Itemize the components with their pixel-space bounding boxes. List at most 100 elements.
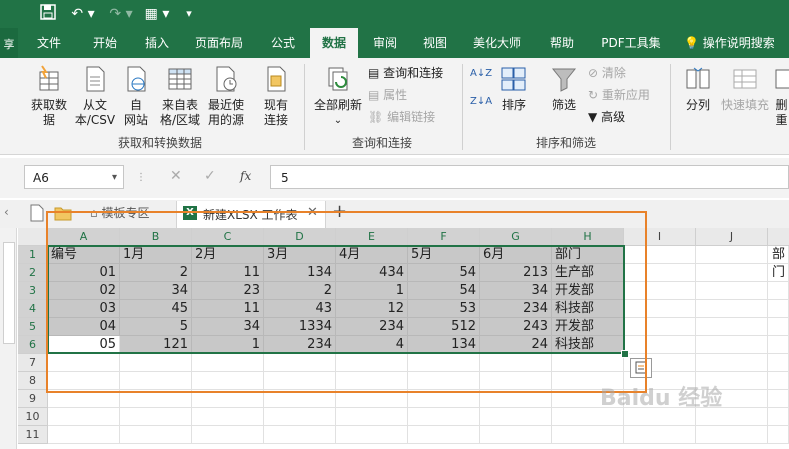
formula-input[interactable]: 5 [270, 165, 789, 189]
column-header-a[interactable]: A [48, 228, 120, 246]
from-web-button[interactable]: 自 网站 [118, 64, 154, 128]
form-icon[interactable]: ▦ ▾ [142, 4, 172, 24]
column-header-k[interactable] [768, 228, 789, 246]
cell-b2[interactable]: 2 [120, 264, 192, 282]
sort-a-z-button[interactable]: A↓Z [470, 68, 492, 80]
row-header-11[interactable]: 11 [18, 426, 48, 444]
cell-e7[interactable] [336, 354, 408, 372]
tab-workbook[interactable]: X 新建XLSX 工作表 ✕ [176, 201, 326, 228]
cell-a5[interactable]: 04 [48, 318, 120, 336]
cell-k6[interactable] [768, 336, 789, 354]
cell-f6[interactable]: 134 [408, 336, 480, 354]
cell-k4[interactable] [768, 300, 789, 318]
cell-g11[interactable] [480, 426, 552, 444]
cell-i1[interactable] [624, 246, 696, 264]
cell-f3[interactable]: 54 [408, 282, 480, 300]
tab-file[interactable]: 文件 [26, 28, 72, 58]
fill-handle[interactable] [621, 350, 629, 358]
cell-i4[interactable] [624, 300, 696, 318]
remove-duplicates-button[interactable]: 删 重 [774, 64, 789, 128]
cell-b4[interactable]: 45 [120, 300, 192, 318]
cell-d4[interactable]: 43 [264, 300, 336, 318]
column-header-b[interactable]: B [120, 228, 192, 246]
cell-a6[interactable]: 05 [48, 336, 120, 354]
properties-button[interactable]: ▤ 属性 [368, 88, 407, 103]
tab-pdf-tools[interactable]: PDF工具集 [594, 28, 668, 58]
cell-g10[interactable] [480, 408, 552, 426]
queries-connections-button[interactable]: ▤ 查询和连接 [368, 66, 443, 81]
tab-data[interactable]: 数据 [310, 28, 358, 58]
tell-me-search[interactable]: 💡 操作说明搜索 [684, 28, 789, 58]
cell-a7[interactable] [48, 354, 120, 372]
close-tab-icon[interactable]: ✕ [307, 205, 318, 220]
cell-c10[interactable] [192, 408, 264, 426]
cell-f11[interactable] [408, 426, 480, 444]
save-icon[interactable] [38, 4, 58, 24]
cell-k7[interactable] [768, 354, 789, 372]
cell-b3[interactable]: 34 [120, 282, 192, 300]
name-box[interactable]: A6 ▾ [24, 165, 124, 189]
cell-d5[interactable]: 1334 [264, 318, 336, 336]
row-header-2[interactable]: 2 [18, 264, 48, 282]
row-header-9[interactable]: 9 [18, 390, 48, 408]
cell-e3[interactable]: 1 [336, 282, 408, 300]
cell-j11[interactable] [696, 426, 768, 444]
cell-j5[interactable] [696, 318, 768, 336]
scroll-thumb[interactable] [3, 242, 15, 344]
row-header-3[interactable]: 3 [18, 282, 48, 300]
cell-e9[interactable] [336, 390, 408, 408]
cell-h6[interactable]: 科技部 [552, 336, 624, 354]
cell-f1[interactable]: 5月 [408, 246, 480, 264]
tab-insert[interactable]: 插入 [134, 28, 180, 58]
cell-d3[interactable]: 2 [264, 282, 336, 300]
tab-beautify[interactable]: 美化大师 [466, 28, 528, 58]
cell-g9[interactable] [480, 390, 552, 408]
cell-d2[interactable]: 134 [264, 264, 336, 282]
cell-b8[interactable] [120, 372, 192, 390]
cell-d10[interactable] [264, 408, 336, 426]
cell-k9[interactable] [768, 390, 789, 408]
cell-b5[interactable]: 5 [120, 318, 192, 336]
cell-k8[interactable] [768, 372, 789, 390]
flash-fill-button[interactable]: 快速填充 [718, 64, 772, 113]
cell-b6[interactable]: 121 [120, 336, 192, 354]
select-all-corner[interactable] [18, 228, 48, 246]
cell-h5[interactable]: 开发部 [552, 318, 624, 336]
cell-c6[interactable]: 1 [192, 336, 264, 354]
column-header-i[interactable]: I [624, 228, 696, 246]
cell-c2[interactable]: 11 [192, 264, 264, 282]
tab-home[interactable]: 开始 [82, 28, 128, 58]
clear-filter-button[interactable]: ⊘ 清除 [588, 66, 626, 81]
row-header-7[interactable]: 7 [18, 354, 48, 372]
cell-c4[interactable]: 11 [192, 300, 264, 318]
tab-review[interactable]: 审阅 [362, 28, 408, 58]
cell-f4[interactable]: 53 [408, 300, 480, 318]
edit-links-button[interactable]: ⛓ 编辑链接 [368, 110, 435, 125]
cell-e6[interactable]: 4 [336, 336, 408, 354]
cell-g5[interactable]: 243 [480, 318, 552, 336]
tab-templates[interactable]: ⌂ 模板专区 [90, 204, 149, 221]
cell-c8[interactable] [192, 372, 264, 390]
cell-e2[interactable]: 434 [336, 264, 408, 282]
cell-g8[interactable] [480, 372, 552, 390]
cell-a2[interactable]: 01 [48, 264, 120, 282]
cell-e11[interactable] [336, 426, 408, 444]
cell-f5[interactable]: 512 [408, 318, 480, 336]
cell-g2[interactable]: 213 [480, 264, 552, 282]
sort-z-a-button[interactable]: Z↓A [470, 96, 492, 108]
cell-j7[interactable] [696, 354, 768, 372]
cell-g7[interactable] [480, 354, 552, 372]
cell-d1[interactable]: 3月 [264, 246, 336, 264]
text-to-columns-button[interactable]: 分列 [680, 64, 716, 113]
cell-d6[interactable]: 234 [264, 336, 336, 354]
chevron-down-icon[interactable]: ▾ [112, 166, 117, 190]
cell-h2[interactable]: 生产部 [552, 264, 624, 282]
cell-c9[interactable] [192, 390, 264, 408]
cell-f7[interactable] [408, 354, 480, 372]
cell-k11[interactable] [768, 426, 789, 444]
cell-k10[interactable] [768, 408, 789, 426]
cell-i11[interactable] [624, 426, 696, 444]
from-table-button[interactable]: 来自表 格/区域 [156, 64, 204, 128]
get-data-button[interactable]: 获取数 据 [26, 64, 72, 128]
new-doc-icon[interactable] [30, 204, 44, 225]
